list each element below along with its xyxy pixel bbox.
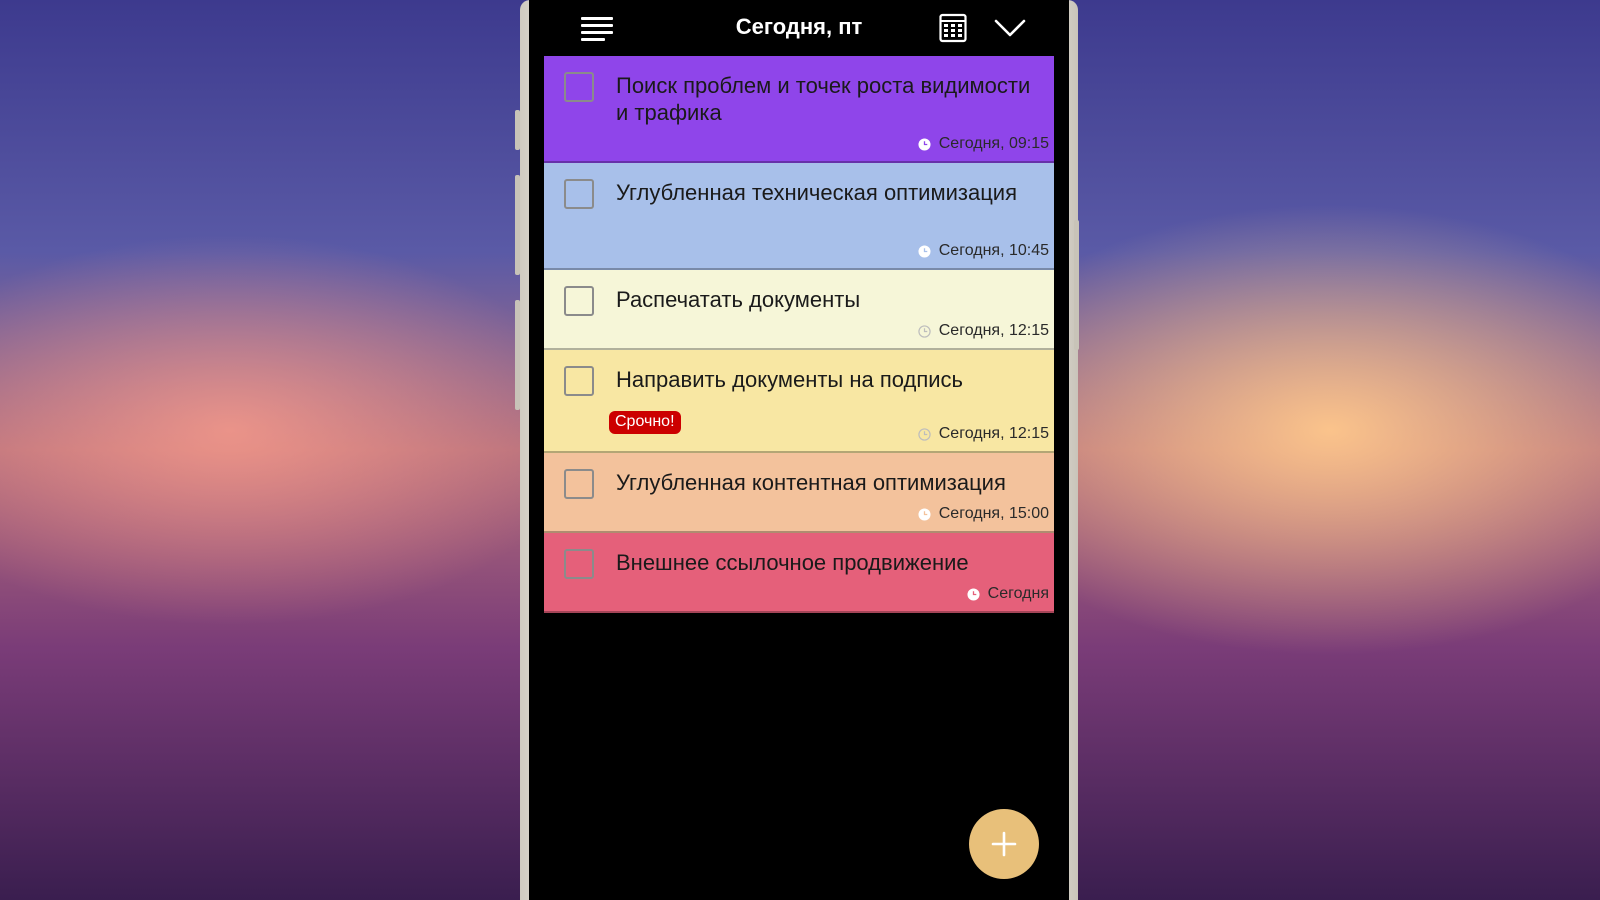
phone-power-button [1074,220,1079,350]
task-time-label: Сегодня, 09:15 [938,135,1049,152]
clock-icon [918,137,931,151]
task-due-time: Сегодня, 15:00 [918,505,1049,523]
clock-icon [967,587,980,601]
task-checkbox[interactable] [564,286,594,316]
task-due-time: Сегодня, 10:45 [918,242,1049,260]
task-item[interactable]: Поиск проблем и точек роста видимости и … [544,56,1054,163]
app-screen: Сегодня, пт Поиск проблем и точек роста … [529,0,1069,900]
task-title: Углубленная техническая оптимизация [616,180,1017,205]
calendar-icon[interactable] [939,13,967,43]
task-list: Поиск проблем и точек роста видимости и … [544,56,1054,613]
urgent-badge: Срочно! [609,411,681,434]
task-title: Внешнее ссылочное продвижение [616,550,969,575]
clock-icon [918,324,931,338]
task-time-label: Сегодня, 10:45 [938,242,1049,259]
task-item[interactable]: Внешнее ссылочное продвижение Сегодня [544,533,1054,613]
clock-icon [918,244,931,258]
task-title: Поиск проблем и точек роста видимости и … [616,73,1031,125]
clock-icon [918,507,931,521]
phone-volume-up [515,175,520,275]
task-time-label: Сегодня, 15:00 [938,505,1049,522]
chevron-down-icon[interactable] [994,16,1026,40]
task-checkbox[interactable] [564,469,594,499]
task-item[interactable]: Углубленная контентная оптимизация Сегод… [544,453,1054,533]
task-checkbox[interactable] [564,549,594,579]
task-time-label: Сегодня, 12:15 [938,322,1049,339]
task-due-time: Сегодня [967,585,1049,603]
page-title[interactable]: Сегодня, пт [529,14,1069,40]
desktop-background: Сегодня, пт Поиск проблем и точек роста … [0,0,1600,900]
app-header: Сегодня, пт [529,0,1069,56]
task-time-label: Сегодня [987,585,1049,602]
task-time-label: Сегодня, 12:15 [938,425,1049,442]
task-due-time: Сегодня, 12:15 [918,425,1049,443]
task-item[interactable]: Направить документы на подпись Срочно! С… [544,350,1054,453]
add-task-button[interactable] [969,809,1039,879]
task-title: Направить документы на подпись [616,367,964,392]
clock-icon [918,427,931,441]
task-due-time: Сегодня, 09:15 [918,135,1049,153]
task-checkbox[interactable] [564,179,594,209]
task-due-time: Сегодня, 12:15 [918,322,1049,340]
task-item[interactable]: Распечатать документы Сегодня, 12:15 [544,270,1054,350]
task-checkbox[interactable] [564,72,594,102]
task-title: Распечатать документы [616,287,861,312]
plus-icon [991,831,1017,857]
task-checkbox[interactable] [564,366,594,396]
task-title: Углубленная контентная оптимизация [616,470,1006,495]
task-item[interactable]: Углубленная техническая оптимизация Сего… [544,163,1054,270]
phone-mute-switch [515,110,520,150]
phone-volume-down [515,300,520,410]
